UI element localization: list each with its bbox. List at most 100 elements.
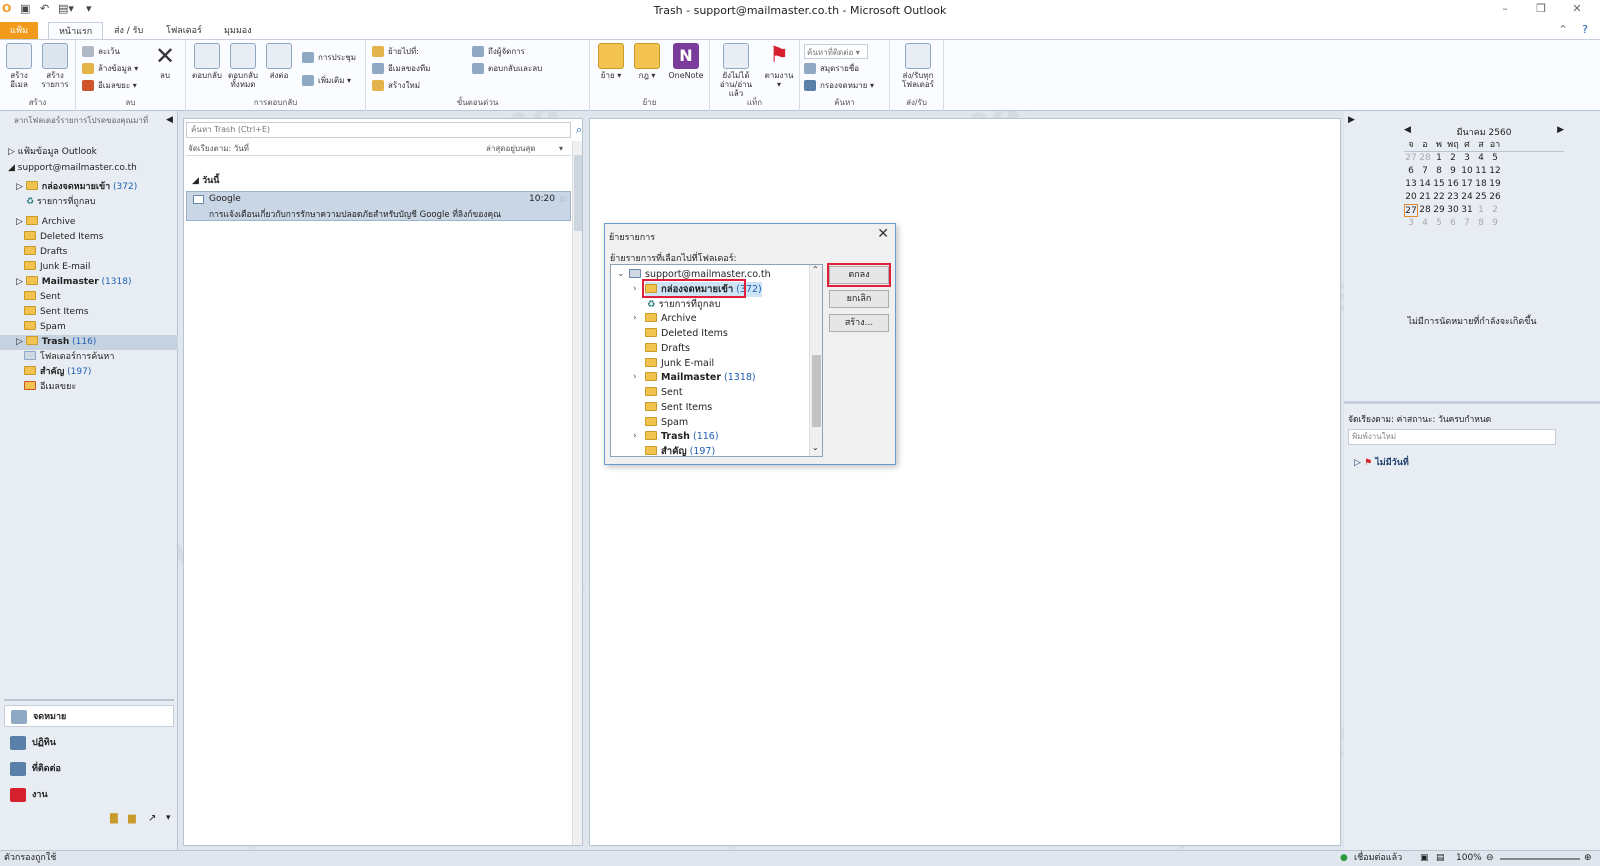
nav-item-important[interactable]: สำคัญ (197)	[0, 365, 178, 380]
send-receive-all-button[interactable]: ส่ง/รับทุกโฟลเดอร์	[898, 43, 938, 89]
filter-email-button[interactable]: กรองจดหมาย ▾	[804, 78, 874, 93]
notes-icon[interactable]: ▇	[110, 813, 118, 824]
quickstep-to-manager[interactable]: ถึงผู้จัดการ	[472, 44, 525, 59]
nav-item-inbox[interactable]: ▷ กล่องจดหมายเข้า (372)	[0, 180, 178, 195]
customize-quick-access-icon[interactable]: ▤▾	[58, 2, 74, 18]
tab-view[interactable]: มุมมอง	[214, 22, 262, 40]
nav-item-junk[interactable]: Junk E-mail	[0, 260, 178, 275]
nav-button-tasks[interactable]: งาน	[4, 784, 174, 806]
find-contact-input[interactable]: ค้นหาที่ติดต่อ ▾	[804, 44, 868, 59]
tree-item-deleted-items[interactable]: Deleted Items	[645, 326, 728, 341]
nav-item-outlook-data[interactable]: ▷ แฟ้มข้อมูล Outlook	[0, 145, 178, 160]
tree-item-important[interactable]: สำคัญ (197)	[645, 444, 715, 456]
reading-view-icon[interactable]: ▤	[1436, 851, 1445, 866]
prev-month-icon[interactable]: ◀	[1404, 125, 1411, 135]
zoom-out-icon[interactable]: ⊖	[1486, 851, 1494, 866]
reply-button[interactable]: ตอบกลับ	[190, 43, 224, 80]
tab-folder[interactable]: โฟลเดอร์	[156, 22, 212, 40]
scroll-up-icon[interactable]: ⌃	[812, 265, 819, 274]
collapse-ribbon-icon[interactable]: ⌃	[1552, 23, 1574, 39]
today-date[interactable]: 27	[1404, 204, 1418, 217]
zoom-slider[interactable]	[1500, 858, 1580, 860]
quickstep-reply-delete[interactable]: ตอบกลับและลบ	[472, 61, 542, 76]
nav-item-archive[interactable]: ▷ Archive	[0, 215, 178, 230]
folder-list-icon[interactable]: ▆	[128, 813, 136, 824]
chevron-right-icon[interactable]: ›	[633, 372, 637, 382]
table-row[interactable]: Google 10:20 ⚐ การแจ้งเตือนเกี่ยวกับการร…	[186, 191, 571, 221]
arrange-by-header[interactable]: จัดเรียงตาม: วันที่ ล่าสุดอยู่บนสุด ▾	[186, 141, 571, 156]
nav-item-deleted[interactable]: ♻ รายการที่ถูกลบ	[0, 195, 178, 210]
chevron-right-icon[interactable]: ›	[633, 431, 637, 441]
group-header-today[interactable]: ◢ วันนี้	[192, 173, 219, 187]
tree-item-trash[interactable]: Trash (116)	[645, 429, 719, 444]
close-window-icon[interactable]: ✕	[1566, 2, 1588, 18]
reply-all-button[interactable]: ตอบกลับทั้งหมด	[226, 43, 260, 89]
tree-item-spam[interactable]: Spam	[645, 415, 688, 430]
quickstep-team-email[interactable]: อีเมลของทีม	[372, 61, 430, 76]
expand-todo-icon[interactable]: ▶	[1348, 115, 1355, 125]
tree-item-mailmaster[interactable]: Mailmaster (1318)	[645, 370, 756, 385]
scroll-down-icon[interactable]: ⌄	[812, 443, 819, 452]
chevron-down-icon[interactable]: ⌄	[617, 269, 625, 279]
tab-home[interactable]: หน้าแรก	[48, 22, 104, 40]
scrollbar-thumb[interactable]	[812, 355, 821, 427]
cancel-button[interactable]: ยกเลิก	[829, 290, 889, 308]
tree-item-junk[interactable]: Junk E-mail	[645, 356, 714, 371]
ignore-button[interactable]: ละเว้น	[82, 44, 120, 59]
tab-send-receive[interactable]: ส่ง / รับ	[104, 22, 153, 40]
tab-file[interactable]: แฟ้ม	[0, 22, 38, 40]
maximize-icon[interactable]: ❐	[1530, 2, 1552, 18]
nav-item-junk-email[interactable]: อีเมลขยะ	[0, 380, 178, 395]
nav-button-contacts[interactable]: ที่ติดต่อ	[4, 758, 174, 780]
nav-item-deleted-items[interactable]: Deleted Items	[0, 230, 178, 245]
new-items-button[interactable]: สร้างรายการ	[38, 43, 72, 89]
nav-item-trash[interactable]: ▷ Trash (116)	[0, 335, 178, 350]
meeting-button[interactable]: การประชุม	[302, 50, 356, 65]
new-task-input[interactable]: พิมพ์งานใหม่	[1348, 429, 1556, 445]
search-icon[interactable]: ⌕	[576, 123, 582, 137]
quick-access-dropdown-icon[interactable]: ▾	[86, 2, 92, 18]
nav-button-calendar[interactable]: ปฏิทิน	[4, 732, 174, 754]
nav-item-drafts[interactable]: Drafts	[0, 245, 178, 260]
followup-button[interactable]: ⚑ ตามงาน ▾	[762, 43, 796, 89]
quickstep-move-to[interactable]: ย้ายไปที่:	[372, 44, 419, 59]
normal-view-icon[interactable]: ▣	[1420, 851, 1429, 866]
nav-item-mailmaster[interactable]: ▷ Mailmaster (1318)	[0, 275, 178, 290]
task-arrange-header[interactable]: จัดเรียงตาม: ค่าสถานะ: วันครบกำหนด	[1348, 412, 1491, 426]
collapse-nav-icon[interactable]: ◀	[166, 115, 173, 125]
move-button[interactable]: ย้าย ▾	[594, 43, 628, 80]
tree-item-sent-items[interactable]: Sent Items	[645, 400, 712, 415]
tree-item-drafts[interactable]: Drafts	[645, 341, 690, 356]
new-email-button[interactable]: สร้างอีเมล	[2, 43, 36, 89]
delete-button[interactable]: ✕ ลบ	[148, 43, 182, 80]
scrollbar-thumb[interactable]	[574, 155, 582, 231]
nav-splitter[interactable]	[4, 699, 174, 701]
send-receive-quick-icon[interactable]: ▣	[20, 2, 30, 18]
message-list-scrollbar[interactable]	[572, 141, 582, 845]
nav-item-sent[interactable]: Sent	[0, 290, 178, 305]
chevron-right-icon[interactable]: ›	[633, 313, 637, 323]
junk-button[interactable]: อีเมลขยะ ▾	[82, 78, 137, 93]
unread-read-button[interactable]: ยังไม่ได้อ่าน/อ่านแล้ว	[714, 43, 758, 98]
chevron-right-icon[interactable]: ›	[633, 284, 637, 294]
nav-item-search-folders[interactable]: โฟลเดอร์การค้นหา	[0, 350, 178, 365]
nav-item-account[interactable]: ◢ support@mailmaster.co.th	[0, 161, 178, 176]
nav-button-mail[interactable]: จดหมาย	[4, 705, 174, 727]
cleanup-button[interactable]: ล้างข้อมูล ▾	[82, 61, 138, 76]
nav-item-sent-items[interactable]: Sent Items	[0, 305, 178, 320]
address-book-button[interactable]: สมุดรายชื่อ	[804, 61, 859, 76]
rules-button[interactable]: กฎ ▾	[630, 43, 664, 80]
todo-splitter[interactable]	[1344, 401, 1600, 404]
new-folder-button[interactable]: สร้าง...	[829, 314, 889, 332]
nav-item-spam[interactable]: Spam	[0, 320, 178, 335]
forward-button[interactable]: ส่งต่อ	[262, 43, 296, 80]
tree-item-archive[interactable]: Archive	[645, 311, 697, 326]
close-icon[interactable]: ✕	[877, 226, 889, 242]
shortcuts-icon[interactable]: ↗	[148, 813, 156, 824]
minimize-icon[interactable]: –	[1494, 2, 1516, 18]
folder-tree-scrollbar[interactable]: ⌃ ⌄	[809, 265, 822, 456]
more-respond-button[interactable]: เพิ่มเติม ▾	[302, 73, 351, 88]
tree-item-deleted[interactable]: ♻ รายการที่ถูกลบ	[647, 297, 720, 312]
search-input[interactable]: ค้นหา Trash (Ctrl+E)	[186, 122, 571, 138]
tree-item-sent[interactable]: Sent	[645, 385, 683, 400]
